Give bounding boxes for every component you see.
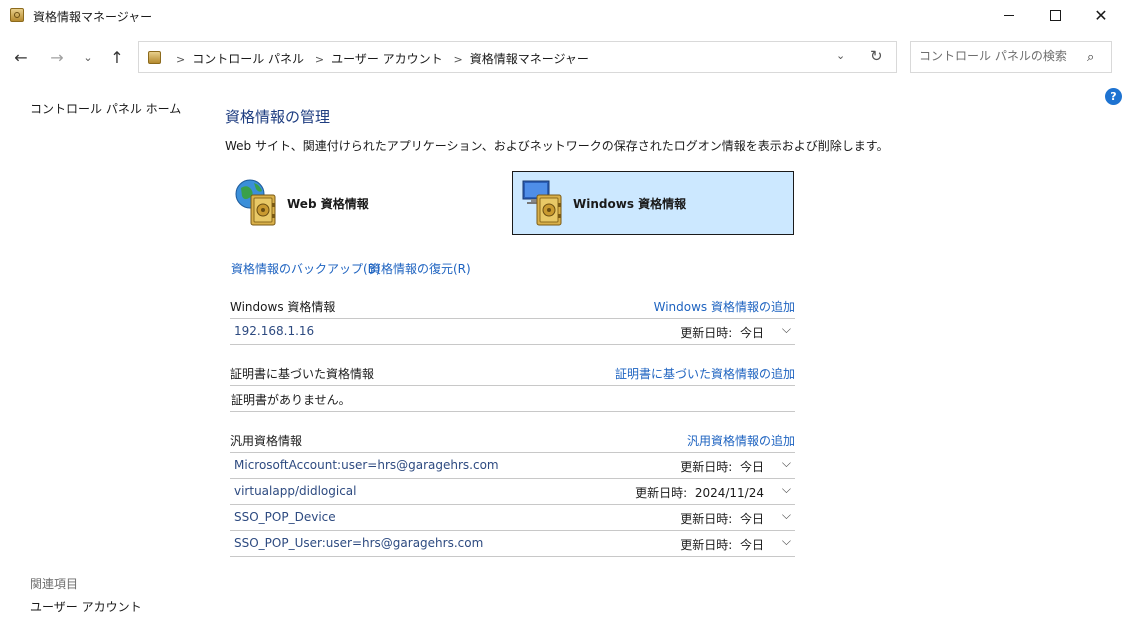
section-title: 汎用資格情報 — [230, 434, 303, 448]
windows-credentials-tile[interactable]: Windows 資格情報 — [512, 171, 794, 235]
credential-row[interactable]: SSO_POP_Device 更新日時: 今日 ⌵ — [230, 504, 795, 530]
modified-label: 更新日時: — [680, 538, 733, 552]
expand-chevron-icon[interactable]: ⌵ — [782, 508, 791, 523]
up-button[interactable]: ↑ — [106, 46, 128, 68]
breadcrumb-separator: > — [314, 53, 325, 66]
breadcrumb-credential-manager[interactable]: 資格情報マネージャー — [470, 52, 589, 66]
page-title: 資格情報の管理 — [225, 108, 331, 126]
sidebar-item-user-accounts[interactable]: ユーザー アカウント — [30, 598, 142, 615]
help-button[interactable]: ? — [1105, 88, 1122, 105]
section-title: Windows 資格情報 — [230, 300, 336, 314]
minimize-button[interactable] — [986, 0, 1032, 31]
certificate-credentials-section-header: 証明書に基づいた資格情報 証明書に基づいた資格情報の追加 — [230, 365, 795, 385]
web-credentials-tile[interactable]: Web 資格情報 — [230, 171, 512, 235]
credential-modified-date: 更新日時: 今日 — [680, 536, 764, 553]
windows-credentials-label: Windows 資格情報 — [573, 197, 687, 211]
web-credentials-label: Web 資格情報 — [287, 197, 369, 211]
chevron-down-icon: ⌄ — [836, 49, 846, 62]
chevron-down-icon: ⌄ — [83, 50, 93, 64]
credential-name: 192.168.1.16 — [234, 324, 315, 338]
credential-row[interactable]: MicrosoftAccount:user=hrs@garagehrs.com … — [230, 452, 795, 478]
backup-credentials-link[interactable]: 資格情報のバックアップ(B) — [231, 260, 381, 277]
breadcrumb: > コントロール パネル > ユーザー アカウント > 資格情報マネージャー — [169, 50, 589, 67]
credential-row[interactable]: 192.168.1.16 更新日時: 今日 ⌵ — [230, 318, 795, 344]
maximize-button[interactable] — [1032, 0, 1078, 31]
divider — [230, 556, 795, 557]
breadcrumb-user-accounts[interactable]: ユーザー アカウント — [331, 52, 443, 66]
close-icon: ✕ — [1094, 5, 1108, 25]
page-description: Web サイト、関連付けられたアプリケーション、およびネットワークの保存されたロ… — [225, 139, 889, 153]
credential-row[interactable]: SSO_POP_User:user=hrs@garagehrs.com 更新日時… — [230, 530, 795, 556]
divider — [230, 344, 795, 345]
section-title: 証明書に基づいた資格情報 — [230, 367, 375, 381]
credential-name: virtualapp/didlogical — [234, 484, 357, 498]
search-box[interactable]: ⌕ — [910, 41, 1112, 73]
modified-value: 今日 — [739, 512, 764, 526]
expand-chevron-icon[interactable]: ⌵ — [782, 534, 791, 549]
breadcrumb-separator: > — [453, 53, 463, 66]
computer-vault-icon — [522, 180, 562, 226]
title-bar: 資格情報マネージャー ✕ — [0, 0, 1124, 31]
recent-locations-button[interactable]: ⌄ — [77, 46, 99, 68]
credential-modified-date: 更新日時: 今日 — [680, 324, 764, 341]
arrow-left-icon: ← — [14, 47, 28, 67]
modified-value: 今日 — [739, 326, 764, 340]
no-certificates-text: 証明書がありません。 — [231, 393, 351, 407]
sidebar-related-title: 関連項目 — [30, 577, 79, 591]
modified-label: 更新日時: — [680, 326, 733, 340]
forward-button[interactable]: → — [46, 46, 68, 68]
credential-name: SSO_POP_Device — [234, 510, 336, 524]
credential-row[interactable]: virtualapp/didlogical 更新日時: 2024/11/24 ⌵ — [230, 478, 795, 504]
sidebar-control-panel-home[interactable]: コントロール パネル ホーム — [30, 100, 181, 117]
control-panel-icon — [148, 51, 161, 64]
credential-name: MicrosoftAccount:user=hrs@garagehrs.com — [234, 458, 499, 472]
expand-chevron-icon[interactable]: ⌵ — [782, 482, 791, 497]
restore-credentials-link[interactable]: 資格情報の復元(R) — [369, 260, 471, 277]
minimize-icon — [1004, 15, 1014, 16]
arrow-right-icon: → — [50, 47, 64, 67]
maximize-icon — [1049, 10, 1061, 21]
arrow-up-icon: ↑ — [110, 47, 124, 67]
credential-modified-date: 更新日時: 今日 — [680, 510, 764, 527]
credential-modified-date: 更新日時: 今日 — [680, 458, 764, 475]
breadcrumb-control-panel[interactable]: コントロール パネル — [192, 52, 304, 66]
credential-manager-icon — [10, 8, 24, 22]
expand-chevron-icon[interactable]: ⌵ — [782, 322, 791, 337]
modified-label: 更新日時: — [635, 486, 688, 500]
add-certificate-credential-link[interactable]: 証明書に基づいた資格情報の追加 — [615, 365, 795, 382]
close-button[interactable]: ✕ — [1078, 0, 1124, 31]
add-windows-credential-link[interactable]: Windows 資格情報の追加 — [654, 298, 795, 315]
window-title: 資格情報マネージャー — [33, 10, 153, 24]
search-icon[interactable]: ⌕ — [1087, 50, 1094, 65]
expand-chevron-icon[interactable]: ⌵ — [782, 456, 791, 471]
address-dropdown-button[interactable]: ⌄ — [836, 49, 845, 62]
breadcrumb-separator: > — [176, 53, 186, 66]
generic-credentials-section-header: 汎用資格情報 汎用資格情報の追加 — [230, 432, 795, 452]
divider — [230, 385, 795, 386]
globe-vault-icon — [235, 179, 276, 226]
search-input[interactable] — [919, 49, 1079, 63]
add-generic-credential-link[interactable]: 汎用資格情報の追加 — [687, 432, 795, 449]
modified-label: 更新日時: — [680, 460, 733, 474]
windows-credentials-section-header: Windows 資格情報 Windows 資格情報の追加 — [230, 298, 795, 318]
credential-modified-date: 更新日時: 2024/11/24 — [635, 484, 764, 501]
refresh-button[interactable]: ↻ — [870, 47, 883, 65]
address-bar[interactable]: > コントロール パネル > ユーザー アカウント > 資格情報マネージャー ⌄ ↻ — [138, 41, 897, 73]
modified-value: 2024/11/24 — [694, 486, 764, 500]
modified-value: 今日 — [739, 538, 764, 552]
divider — [230, 411, 795, 412]
credential-name: SSO_POP_User:user=hrs@garagehrs.com — [234, 536, 484, 550]
modified-value: 今日 — [739, 460, 764, 474]
refresh-icon: ↻ — [870, 47, 883, 65]
modified-label: 更新日時: — [680, 512, 733, 526]
back-button[interactable]: ← — [10, 46, 32, 68]
